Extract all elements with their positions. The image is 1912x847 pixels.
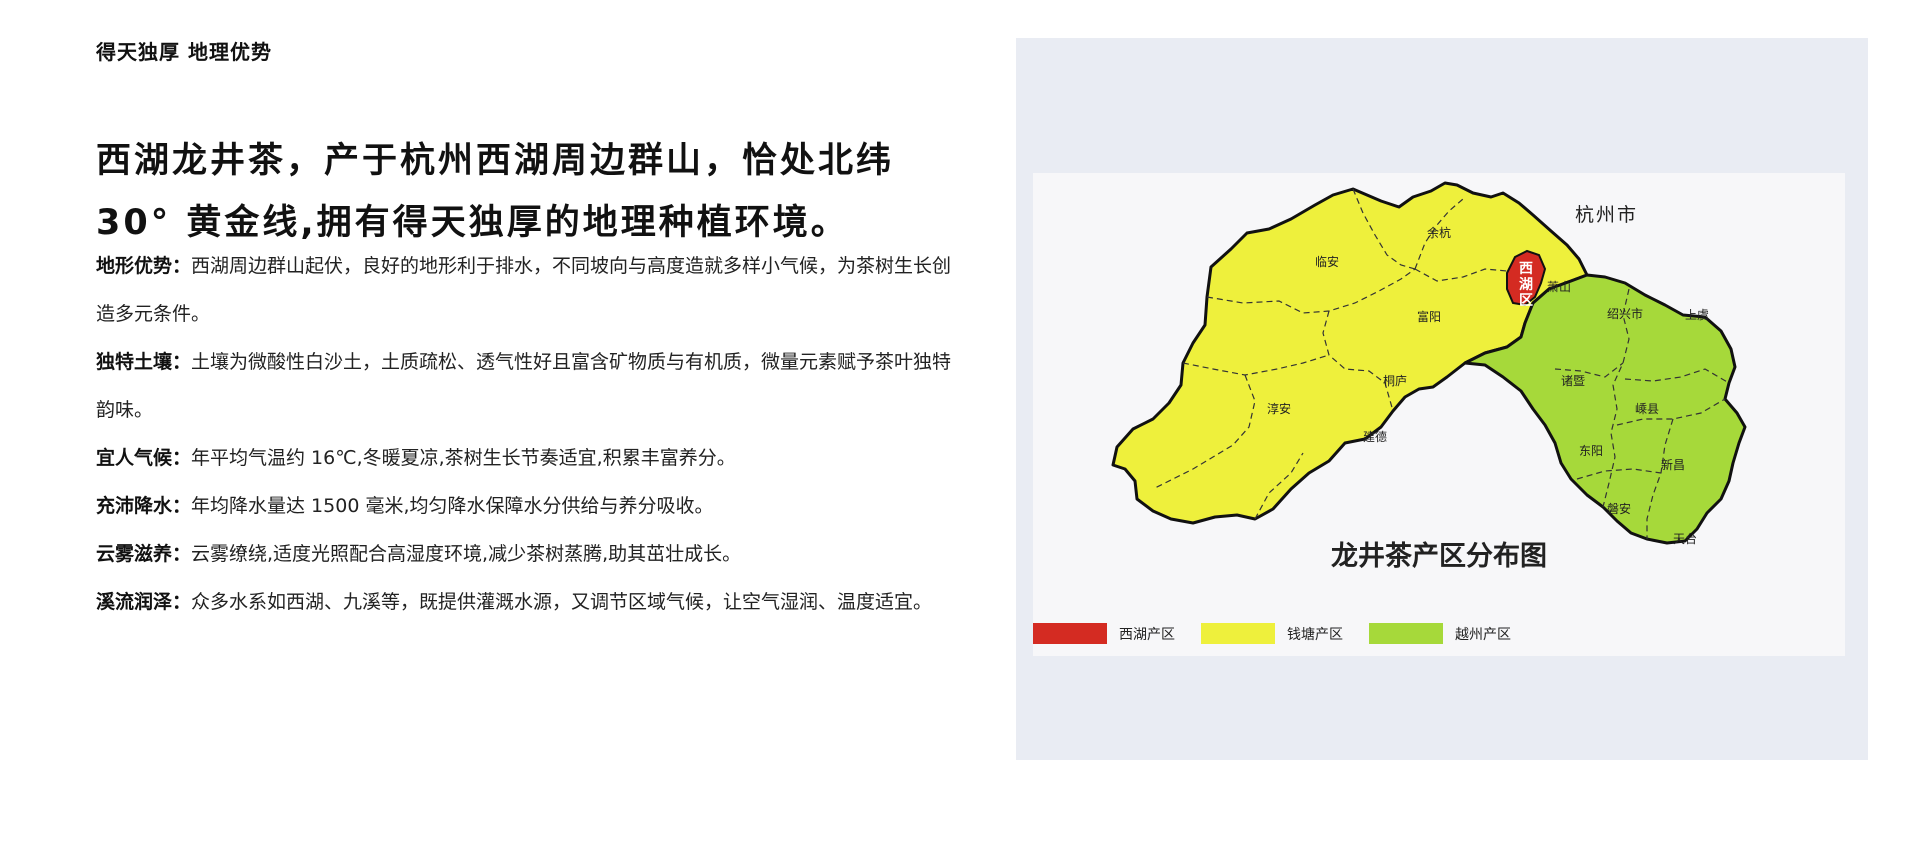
place-linan: 临安 xyxy=(1315,254,1339,269)
place-shaoxing: 绍兴市 xyxy=(1607,306,1643,321)
place-chunan: 淳安 xyxy=(1267,401,1291,416)
place-tonglu: 桐庐 xyxy=(1383,373,1407,388)
headline-line-1: 西湖龙井茶，产于杭州西湖周边群山，恰处北纬 xyxy=(96,141,895,181)
legend-label-qiantang: 钱塘产区 xyxy=(1287,627,1343,643)
advantage-label: 独特土壤： xyxy=(96,351,192,373)
advantage-label: 宜人气候： xyxy=(96,447,192,469)
production-area-map: 余杭 临安 萧山 富阳 桐庐 淳安 建德 绍兴市 上虞 诸暨 嵊县 东阳 新昌 … xyxy=(1033,181,1747,644)
advantage-label: 溪流润泽： xyxy=(96,591,192,613)
map-panel: 余杭 临安 萧山 富阳 桐庐 淳安 建德 绍兴市 上虞 诸暨 嵊县 东阳 新昌 … xyxy=(1016,38,1868,760)
legend-label-xihu: 西湖产区 xyxy=(1119,627,1175,643)
city-label: 杭州市 xyxy=(1575,204,1638,226)
advantage-text: 众多水系如西湖、九溪等，既提供灌溉水源，又调节区域气候，让空气湿润、温度适宜。 xyxy=(191,591,933,613)
place-dongyang: 东阳 xyxy=(1579,444,1603,458)
section-title: 得天独厚 地理优势 xyxy=(96,40,272,64)
advantage-list: 地形优势：西湖周边群山起伏，良好的地形利于排水，不同坡向与高度造就多样小气候，为… xyxy=(96,242,956,626)
place-fuyang: 富阳 xyxy=(1417,309,1441,324)
headline: 西湖龙井茶，产于杭州西湖周边群山，恰处北纬 30° 黄金线,拥有得天独厚的地理种… xyxy=(96,130,956,254)
place-tiantai: 天台 xyxy=(1673,531,1697,546)
advantage-text: 土壤为微酸性白沙土，土质疏松、透气性好且富含矿物质与有机质，微量元素赋予茶叶独特… xyxy=(96,351,952,421)
place-jiande: 建德 xyxy=(1363,429,1387,444)
legend-swatch-xihu xyxy=(1033,623,1107,644)
advantage-text: 云雾缭绕,适度光照配合高湿度环境,减少茶树蒸腾,助其茁壮成长。 xyxy=(191,543,742,565)
xihu-label-char-3: 区 xyxy=(1519,293,1533,309)
map-title: 龙井茶产区分布图 xyxy=(1331,541,1547,572)
advantage-text: 年均降水量达 1500 毫米,均匀降水保障水分供给与养分吸收。 xyxy=(191,495,714,517)
advantage-rainfall: 充沛降水：年均降水量达 1500 毫米,均匀降水保障水分供给与养分吸收。 xyxy=(96,482,956,530)
map-legend: 西湖产区 钱塘产区 越州产区 xyxy=(1033,623,1511,644)
map-card: 余杭 临安 萧山 富阳 桐庐 淳安 建德 绍兴市 上虞 诸暨 嵊县 东阳 新昌 … xyxy=(1033,173,1845,656)
advantage-text: 年平均气温约 16℃,冬暖夏凉,茶树生长节奏适宜,积累丰富养分。 xyxy=(191,447,736,469)
place-panan: 磐安 xyxy=(1607,501,1631,516)
legend-label-yuezhou: 越州产区 xyxy=(1455,627,1511,643)
advantage-terrain: 地形优势：西湖周边群山起伏，良好的地形利于排水，不同坡向与高度造就多样小气候，为… xyxy=(96,242,956,338)
advantage-label: 充沛降水： xyxy=(96,495,192,517)
xihu-label-char-1: 西 xyxy=(1519,261,1533,277)
advantage-streams: 溪流润泽：众多水系如西湖、九溪等，既提供灌溉水源，又调节区域气候，让空气湿润、温… xyxy=(96,578,956,626)
place-shengxian: 嵊县 xyxy=(1635,402,1659,416)
advantage-climate: 宜人气候：年平均气温约 16℃,冬暖夏凉,茶树生长节奏适宜,积累丰富养分。 xyxy=(96,434,956,482)
legend-swatch-yuezhou xyxy=(1369,623,1443,644)
place-xiaoshan: 萧山 xyxy=(1547,280,1571,294)
advantage-soil: 独特土壤：土壤为微酸性白沙土，土质疏松、透气性好且富含矿物质与有机质，微量元素赋… xyxy=(96,338,956,434)
place-shangyu: 上虞 xyxy=(1685,308,1709,322)
advantage-label: 云雾滋养： xyxy=(96,543,192,565)
advantage-label: 地形优势： xyxy=(96,255,192,277)
place-zhuji: 诸暨 xyxy=(1561,374,1585,388)
place-yuhang: 余杭 xyxy=(1427,225,1451,240)
advantage-mist: 云雾滋养：云雾缭绕,适度光照配合高湿度环境,减少茶树蒸腾,助其茁壮成长。 xyxy=(96,530,956,578)
place-xinchang: 新昌 xyxy=(1661,457,1685,472)
legend-swatch-qiantang xyxy=(1201,623,1275,644)
xihu-label-char-2: 湖 xyxy=(1519,277,1533,293)
advantage-text: 西湖周边群山起伏，良好的地形利于排水，不同坡向与高度造就多样小气候，为茶树生长创… xyxy=(96,255,952,325)
